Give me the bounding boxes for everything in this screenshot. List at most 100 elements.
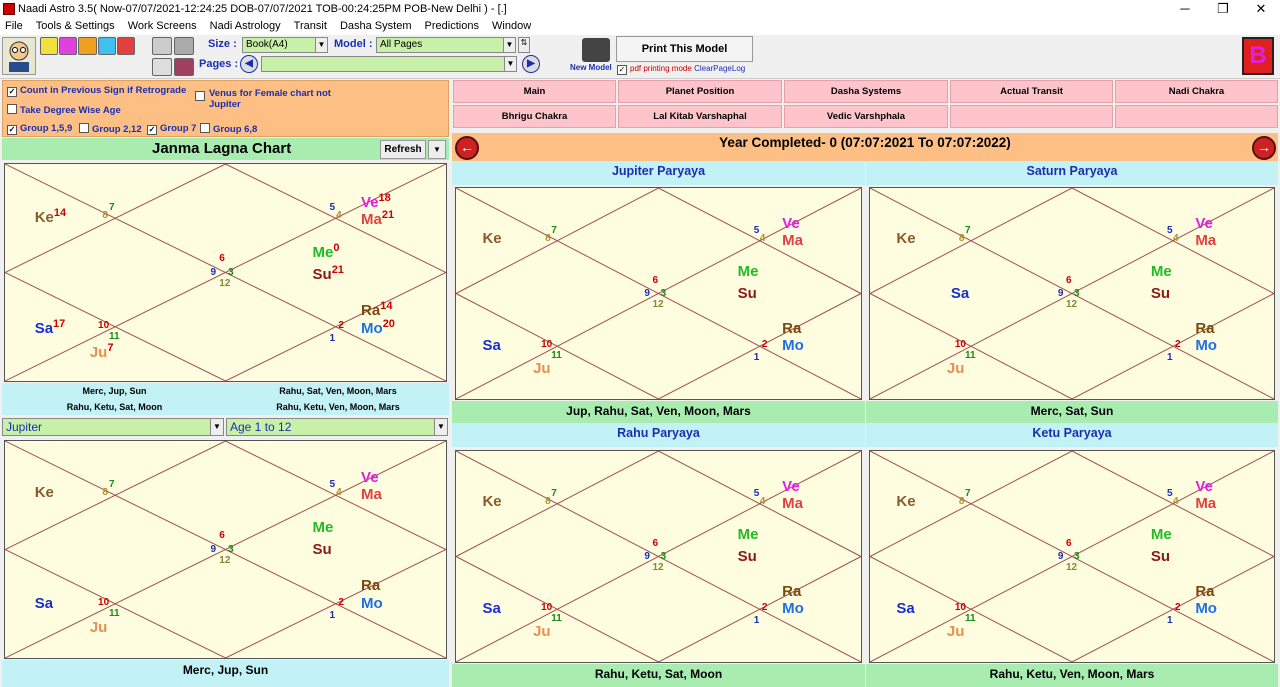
planet-sa: Sa [34,594,54,612]
book-icon[interactable] [174,58,194,76]
planet-ra: Ra [361,577,381,595]
pdf-mode-checkbox[interactable]: ✓ [617,65,627,75]
previous-year-button[interactable]: ← [455,136,479,160]
maximize-button[interactable]: ❐ [1206,0,1240,18]
house-number-4: 4 [1173,232,1179,244]
letter-d-icon[interactable] [78,37,97,55]
count-prev-checkbox[interactable]: ✓ [7,87,17,97]
age-select[interactable]: Age 1 to 12 ▼ [226,418,448,436]
menu-nadi-astrology[interactable]: Nadi Astrology [205,18,286,34]
tab-empty-2[interactable] [1115,105,1278,128]
options-panel: ✓ Count in Previous Sign if Retrograde Ta… [2,80,449,137]
menu-window[interactable]: Window [487,18,536,34]
pages-next-button[interactable]: ▶ [522,55,540,73]
group-212-option[interactable]: Group 2,12 [79,123,142,135]
spin-icon[interactable]: ⇅ [518,37,530,53]
house-number-9: 9 [1057,287,1064,299]
tab-dasha-systems[interactable]: Dasha Systems [784,80,948,103]
tab-lal-kitab-varshaphal[interactable]: Lal Kitab Varshaphal [618,105,782,128]
chevron-down-icon: ▼ [210,419,223,435]
house-number-11: 11 [109,607,120,619]
group-7-option[interactable]: ✓ Group 7 [147,123,196,135]
venus-female-checkbox[interactable] [195,91,205,101]
house-number-2: 2 [1175,339,1181,351]
planet-select[interactable]: Jupiter ▼ [2,418,224,436]
planet-me: Me [1150,526,1172,544]
house-number-10: 10 [954,339,966,351]
group-7-checkbox[interactable]: ✓ [147,125,157,135]
tab-bhrigu-chakra[interactable]: Bhrigu Chakra [453,105,616,128]
house-number-5: 5 [329,202,336,214]
house-number-9: 9 [1057,550,1064,562]
house-number-4: 4 [759,495,766,507]
pages-prev-button[interactable]: ◀ [240,55,258,73]
menu-file[interactable]: File [0,18,28,34]
printer-setup-icon[interactable] [174,37,194,55]
next-year-button[interactable]: → [1252,136,1276,160]
tab-nadi-chakra[interactable]: Nadi Chakra [1115,80,1278,103]
pages-select[interactable]: ▼ [261,56,517,72]
planet-ke: Ke [482,492,502,510]
group-68-checkbox[interactable] [200,123,210,133]
minimize-button[interactable]: ─ [1168,0,1202,18]
astrologer-avatar-icon[interactable] [2,37,36,75]
group-159-option[interactable]: ✓ Group 1,5,9 [7,123,72,135]
tab-empty-1[interactable] [950,105,1113,128]
planet-ma: Ma [782,231,803,249]
house-number-8: 8 [545,495,551,507]
menu-dasha-system[interactable]: Dasha System [335,18,417,34]
chevron-down-icon: ▼ [504,57,516,71]
house-number-8: 8 [102,210,108,222]
degree-age-option[interactable]: Take Degree Wise Age [7,104,121,116]
group-68-option[interactable]: Group 6,8 [200,123,257,135]
new-model-printer-icon[interactable] [582,38,610,62]
planet-mo: Mo [361,594,383,612]
print-this-model-button[interactable]: Print This Model [616,36,753,62]
menu-predictions[interactable]: Predictions [420,18,484,34]
tab-planet-position[interactable]: Planet Position [618,80,782,103]
menu-transit[interactable]: Transit [289,18,332,34]
print-icon[interactable] [152,37,172,55]
group-68-label: Group 6,8 [213,124,258,135]
chevron-down-icon: ▼ [503,38,515,52]
planet-me: Me [737,526,759,544]
house-number-5: 5 [753,225,760,237]
rahu-paryaya-title: Rahu Paryaya [452,423,865,447]
house-number-1: 1 [1166,614,1173,626]
house-number-1: 1 [329,332,336,344]
new-model-label[interactable]: New Model [570,63,612,72]
letter-i-icon[interactable] [97,37,116,55]
house-number-6: 6 [1065,537,1072,549]
menu-work-screens[interactable]: Work Screens [123,18,202,34]
letter-n-icon[interactable] [40,37,59,55]
planet-ma: Ma [1195,231,1217,249]
letter-s-icon[interactable] [116,37,136,55]
letter-a-icon[interactable] [59,37,78,55]
list-icon[interactable] [152,58,172,76]
menu-tools-settings[interactable]: Tools & Settings [31,18,120,34]
rahu-paryaya-footer: Rahu, Ketu, Sat, Moon [452,664,865,687]
house-number-4: 4 [336,210,342,222]
house-number-3: 3 [660,550,667,562]
refresh-dropdown-icon[interactable]: ▼ [428,140,446,159]
size-select[interactable]: Book(A4) ▼ [242,37,328,53]
planet-me: Me [737,263,759,281]
model-select[interactable]: All Pages ▼ [376,37,516,53]
tab-vedic-varshphala[interactable]: Vedic Varshphala [784,105,948,128]
degree-age-checkbox[interactable] [7,104,17,114]
group-159-checkbox[interactable]: ✓ [7,125,17,135]
planet-ve: Ve [361,468,379,486]
tab-actual-transit[interactable]: Actual Transit [950,80,1113,103]
close-button[interactable]: ✕ [1244,0,1278,18]
venus-female-option[interactable]: Venus for Female chart not Jupiter [195,88,345,110]
planet-mo: Mo20 [361,317,395,337]
clear-page-log-link[interactable]: ClearPageLog [694,64,745,73]
house-number-8: 8 [958,495,965,507]
house-number-6: 6 [219,253,225,265]
house-number-11: 11 [109,330,120,342]
count-prev-option[interactable]: ✓ Count in Previous Sign if Retrograde [7,85,186,97]
tab-main[interactable]: Main [453,80,616,103]
group-212-checkbox[interactable] [79,123,89,133]
refresh-button[interactable]: Refresh [380,140,426,159]
planet-sa: Sa [482,600,501,618]
